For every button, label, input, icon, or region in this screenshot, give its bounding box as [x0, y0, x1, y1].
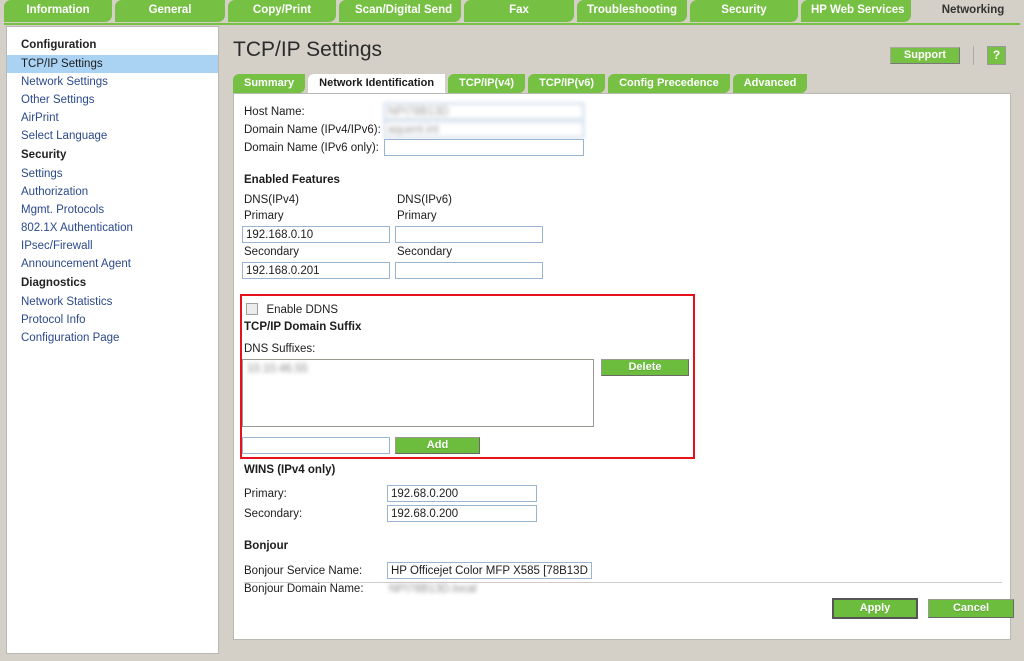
sidebar-item-protocol-info[interactable]: Protocol Info	[7, 311, 218, 329]
add-suffix-button[interactable]: Add	[395, 437, 480, 454]
enable-ddns-row[interactable]: Enable DDNS	[246, 300, 338, 318]
top-tab-hp-web-services[interactable]: HP Web Services	[801, 0, 911, 22]
top-tab-security[interactable]: Security	[690, 0, 798, 22]
enable-ddns-label: Enable DDNS	[266, 304, 339, 316]
dns-ipv6-label: DNS(IPv6)	[397, 194, 452, 206]
bonjour-service-name-input[interactable]	[387, 562, 592, 579]
bonjour-domain-name-value: NPI78B13D.local	[389, 583, 477, 595]
dns-suffix-item[interactable]: 10.10.46.55	[243, 360, 593, 378]
page-root: Information General Copy/Print Scan/Digital…	[0, 0, 1024, 661]
tab-summary[interactable]: Summary	[233, 74, 306, 93]
enabled-features-heading: Enabled Features	[244, 174, 340, 186]
top-tab-scan-digital-send[interactable]: Scan/Digital Send	[339, 0, 461, 22]
sidebar-item-select-language[interactable]: Select Language	[7, 127, 218, 145]
wins-secondary-input[interactable]	[387, 505, 537, 522]
sidebar-item-airprint[interactable]: AirPrint	[7, 109, 218, 127]
dns-ipv6-secondary-label: Secondary	[397, 246, 452, 258]
tab-network-identification[interactable]: Network Identification	[308, 74, 446, 93]
tab-tcp-ip-v6[interactable]: TCP/IP(v6)	[528, 74, 606, 93]
footer-divider	[244, 582, 1002, 583]
wins-secondary-label: Secondary:	[244, 508, 303, 520]
support-button[interactable]: Support	[890, 47, 960, 64]
bonjour-service-name-label: Bonjour Service Name:	[244, 565, 363, 577]
sidebar-heading-security: Security	[21, 149, 67, 161]
top-tab-general[interactable]: General	[115, 0, 225, 22]
topnav-underline	[4, 23, 1020, 25]
sidebar-item-mgmt-protocols[interactable]: Mgmt. Protocols	[7, 201, 218, 219]
wins-heading: WINS (IPv4 only)	[244, 464, 336, 476]
sidebar-heading-diagnostics: Diagnostics	[21, 277, 87, 289]
main-panel: TCP/IP Settings Support ? Summary Network…	[225, 26, 1018, 654]
wins-primary-label: Primary:	[244, 488, 287, 500]
sidebar-item-announcement-agent[interactable]: Announcement Agent	[7, 255, 218, 273]
tab-config-precedence[interactable]: Config Precedence	[608, 74, 730, 93]
dns-ipv4-primary-label: Primary	[244, 210, 284, 222]
dns-ipv6-secondary-input[interactable]	[395, 262, 543, 279]
delete-suffix-button[interactable]: Delete	[601, 359, 689, 376]
content-frame: Configuration TCP/IP Settings Network Sett…	[6, 26, 1018, 654]
dns-suffixes-label: DNS Suffixes:	[244, 343, 316, 355]
sidebar-item-network-settings[interactable]: Network Settings	[7, 73, 218, 91]
top-tab-information[interactable]: Information	[4, 0, 112, 22]
sidebar-item-settings[interactable]: Settings	[7, 165, 218, 183]
add-suffix-input[interactable]	[242, 437, 390, 454]
sidebar-item-network-statistics[interactable]: Network Statistics	[7, 293, 218, 311]
sidebar-item-802-1x-authentication[interactable]: 802.1X Authentication	[7, 219, 218, 237]
wins-primary-input[interactable]	[387, 485, 537, 502]
domain-v6-input[interactable]	[384, 139, 584, 156]
dns-ipv4-primary-input[interactable]	[242, 226, 390, 243]
bonjour-domain-name-label: Bonjour Domain Name:	[244, 583, 364, 595]
help-button[interactable]: ?	[987, 46, 1006, 65]
header-separator	[973, 46, 974, 65]
dns-ipv4-secondary-label: Secondary	[244, 246, 299, 258]
top-tab-networking[interactable]: Networking	[914, 0, 1024, 22]
settings-panel: Host Name: Domain Name (IPv4/IPv6): Doma…	[233, 93, 1014, 640]
top-tab-copy-print[interactable]: Copy/Print	[228, 0, 336, 22]
dns-ipv4-secondary-input[interactable]	[242, 262, 390, 279]
dns-ipv6-primary-input[interactable]	[395, 226, 543, 243]
tcpip-domain-suffix-heading: TCP/IP Domain Suffix	[244, 321, 362, 333]
sidebar: Configuration TCP/IP Settings Network Sett…	[6, 26, 219, 654]
top-navigation: Information General Copy/Print Scan/Digital…	[0, 0, 1024, 24]
sidebar-item-authorization[interactable]: Authorization	[7, 183, 218, 201]
top-tab-fax[interactable]: Fax	[464, 0, 574, 22]
sidebar-item-ipsec-firewall[interactable]: IPsec/Firewall	[7, 237, 218, 255]
bonjour-heading: Bonjour	[244, 540, 289, 552]
sidebar-item-configuration-page[interactable]: Configuration Page	[7, 329, 218, 347]
dns-suffixes-listbox[interactable]: 10.10.46.55	[242, 359, 594, 427]
enable-ddns-checkbox[interactable]	[246, 303, 258, 315]
apply-button[interactable]: Apply	[832, 598, 918, 619]
host-name-label: Host Name:	[244, 106, 305, 118]
page-title: TCP/IP Settings	[233, 38, 383, 61]
tab-advanced[interactable]: Advanced	[732, 74, 808, 93]
sidebar-heading-configuration: Configuration	[21, 39, 97, 51]
sidebar-item-other-settings[interactable]: Other Settings	[7, 91, 218, 109]
host-name-input[interactable]	[384, 103, 584, 120]
domain-v6-label: Domain Name (IPv6 only):	[244, 142, 379, 154]
top-tab-troubleshooting[interactable]: Troubleshooting	[577, 0, 687, 22]
domain-v4v6-label: Domain Name (IPv4/IPv6):	[244, 124, 381, 136]
cancel-button[interactable]: Cancel	[928, 599, 1014, 618]
sub-tab-bar: Summary Network Identification TCP/IP(v4) T…	[233, 74, 810, 94]
sidebar-item-tcp-ip-settings[interactable]: TCP/IP Settings	[7, 55, 218, 73]
dns-ipv4-label: DNS(IPv4)	[244, 194, 299, 206]
dns-ipv6-primary-label: Primary	[397, 210, 437, 222]
tab-tcp-ip-v4[interactable]: TCP/IP(v4)	[448, 74, 526, 93]
domain-v4v6-input[interactable]	[384, 121, 584, 138]
